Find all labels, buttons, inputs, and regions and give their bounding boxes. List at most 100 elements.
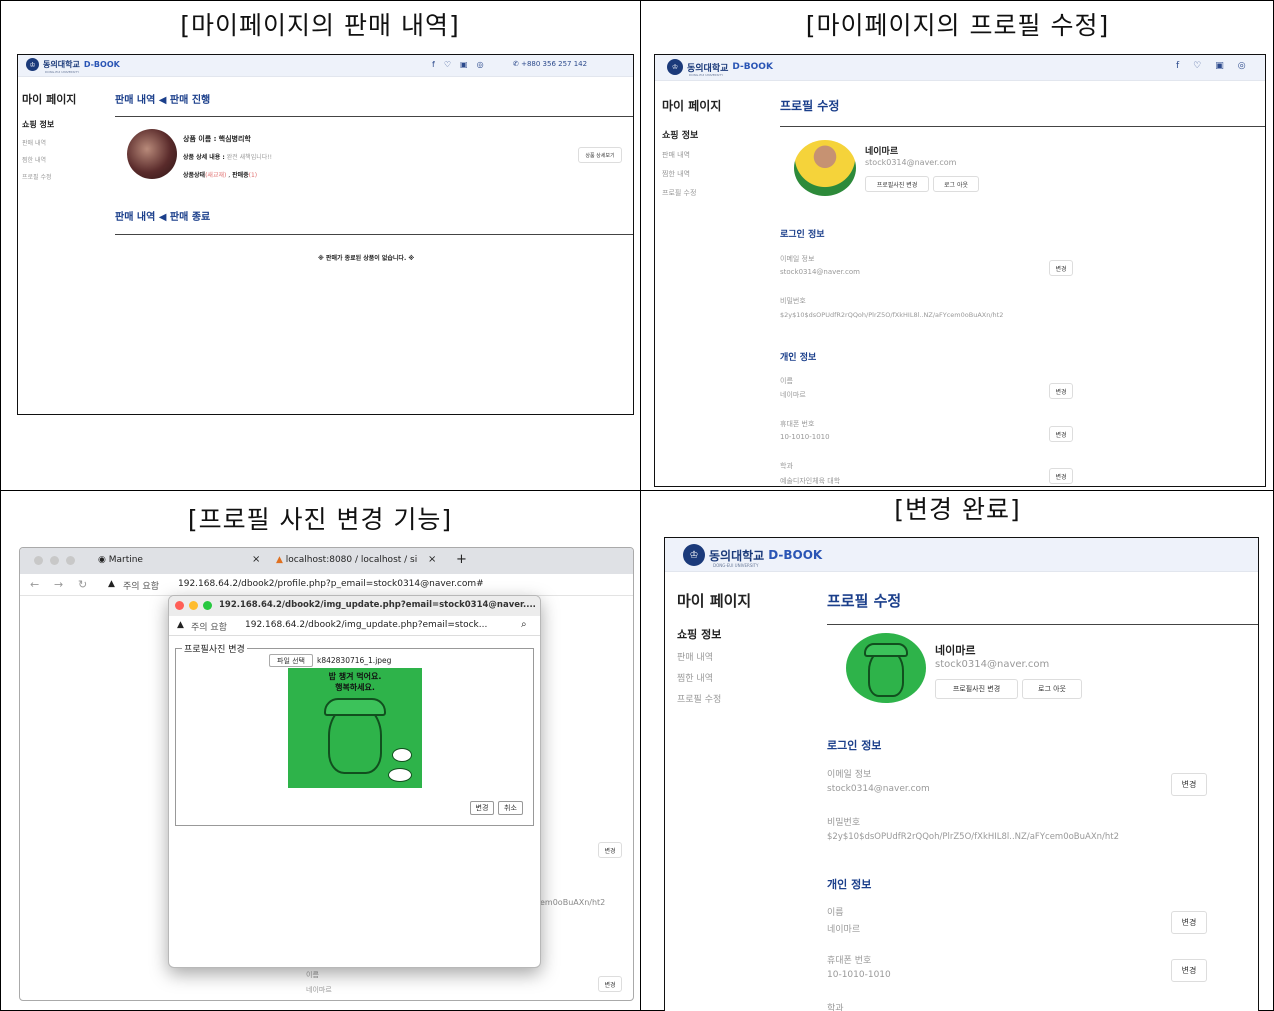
reload-icon[interactable]: ↻	[78, 578, 87, 591]
popup-close-dot[interactable]	[175, 601, 184, 610]
site-header: ♔ 동의대학교 D-BOOK DONG-EUI UNIVERSITY f ♡ ▣ …	[655, 55, 1265, 81]
caption-profile-edit: [마이페이지의 프로필 수정]	[805, 11, 1110, 40]
product-detail-label: 상품 상세 내용 :	[183, 154, 225, 161]
change-photo-button[interactable]: 프로필사진 변경	[935, 679, 1018, 699]
copy-icon[interactable]: ▣	[1215, 61, 1224, 71]
email-label: 이메일 정보	[780, 255, 815, 263]
profile-email: stock0314@naver.com	[935, 659, 1050, 670]
window-close-dot[interactable]	[34, 556, 43, 565]
photo-change-legend: 프로필사진 변경	[184, 645, 245, 655]
change-photo-button[interactable]: 프로필사진 변경	[865, 176, 929, 192]
name-label: 이름	[827, 908, 844, 918]
warning-icon: ▲	[177, 620, 184, 630]
profile-edit-heading: 프로필 수정	[827, 592, 902, 610]
new-tab-icon[interactable]: +	[456, 552, 467, 567]
window-minimize-dot[interactable]	[50, 556, 59, 565]
sidebar-title: 마이 페이지	[22, 93, 77, 106]
facebook-icon[interactable]: f	[432, 60, 435, 69]
product-sale-count: (1)	[248, 172, 258, 179]
phpmyadmin-icon: ▲	[276, 555, 286, 565]
phone-change-button[interactable]: 변경	[1049, 426, 1073, 442]
popup-minimize-dot[interactable]	[189, 601, 198, 610]
profile-edit-screen: ♔ 동의대학교 D-BOOK DONG-EUI UNIVERSITY f ♡ ▣ …	[654, 54, 1266, 487]
cancel-button[interactable]: 취소	[498, 801, 523, 815]
browser-tab-bar: ◉ Martine × ▲ localhost:8080 / localhost…	[20, 548, 633, 574]
background-change-button[interactable]: 변경	[598, 976, 622, 992]
sidebar-item-sales[interactable]: 판매 내역	[22, 138, 46, 147]
tab-close-icon[interactable]: ×	[252, 554, 260, 565]
site-logo[interactable]: ♔ 동의대학교 D-BOOK DONG-EUI UNIVERSITY	[667, 59, 773, 77]
password-label: 비밀번호	[827, 818, 861, 828]
tab-close-icon[interactable]: ×	[428, 554, 436, 565]
product-name-label: 상품 이름 :	[183, 135, 217, 143]
instagram-icon[interactable]: ◎	[1238, 61, 1246, 71]
url-text[interactable]: 192.168.64.2/dbook2/profile.php?p_email=…	[178, 579, 484, 589]
tab-martine[interactable]: ◉ Martine	[98, 555, 143, 565]
tab-localhost[interactable]: ▲ localhost:8080 / localhost / si	[276, 555, 424, 565]
browser-window: ◉ Martine × ▲ localhost:8080 / localhost…	[19, 547, 634, 1001]
product-detail-button[interactable]: 상품 상세보기	[578, 147, 622, 163]
selected-image-preview: 밥 챙겨 먹어요. 행복하세요.	[288, 668, 422, 788]
tab-martine-title: Martine	[108, 555, 143, 565]
dept-value: 예술디자인체육 대학	[780, 477, 841, 485]
sidebar-item-sales[interactable]: 판매 내역	[662, 150, 690, 160]
sidebar-item-wishlist[interactable]: 찜한 내역	[22, 155, 46, 164]
popup-url-text: 192.168.64.2/dbook2/img_update.php?email…	[245, 620, 488, 630]
email-change-button[interactable]: 변경	[1049, 260, 1073, 276]
forward-icon[interactable]: →	[54, 578, 63, 591]
sidebar-item-profile[interactable]: 프로필 수정	[662, 188, 696, 198]
caption-change-complete: [변경 완료]	[894, 495, 1021, 524]
logo-text: 동의대학교	[687, 63, 729, 74]
file-select-button[interactable]: 파일 선택	[269, 654, 313, 667]
window-zoom-dot[interactable]	[66, 556, 75, 565]
insecure-label: 주의 요함	[191, 623, 227, 633]
sidebar-item-sales[interactable]: 판매 내역	[677, 650, 713, 663]
logout-button[interactable]: 로그 아웃	[1022, 679, 1082, 699]
site-logo[interactable]: ♔ 동의대학교 D-BOOK DONG-EUI UNIVERSITY	[26, 58, 120, 74]
name-change-button[interactable]: 변경	[1049, 383, 1073, 399]
zoom-magnifier-icon[interactable]: ⌕	[521, 619, 527, 630]
email-change-button[interactable]: 변경	[1171, 773, 1207, 796]
site-logo[interactable]: ♔ 동의대학교 D-BOOK DONG-EUI UNIVERSITY	[683, 544, 822, 568]
profile-avatar	[794, 140, 856, 196]
sidebar-item-profile[interactable]: 프로필 수정	[677, 692, 721, 705]
sidebar-item-wishlist[interactable]: 찜한 내역	[677, 671, 713, 684]
speech-bubble	[388, 768, 412, 782]
background-hash-fragment: em0oBuAXn/ht2	[540, 898, 606, 907]
product-status: 상품상태(새교재) , 판매중(1)	[183, 172, 258, 179]
comic-caption: 밥 챙겨 먹어요. 행복하세요.	[328, 672, 382, 692]
facebook-icon[interactable]: f	[1176, 61, 1179, 71]
dept-change-button[interactable]: 변경	[1049, 468, 1073, 484]
instagram-icon[interactable]: ◎	[477, 60, 484, 69]
name-change-button[interactable]: 변경	[1171, 911, 1207, 934]
site-header: ♔ 동의대학교 D-BOOK DONG-EUI UNIVERSITY	[665, 538, 1258, 572]
password-hash: $2y$10$dsOPUdfR2rQQoh/PlrZ5O/fXkHIL8l..N…	[827, 832, 1120, 842]
logo-subtitle: DONG-EUI UNIVERSITY	[45, 70, 80, 74]
selected-file-name: k842830716_1.jpeg	[317, 656, 392, 665]
copy-icon[interactable]: ▣	[460, 60, 468, 69]
address-bar: ← → ↻ ▲ 주의 요함 192.168.64.2/dbook2/profil…	[20, 574, 633, 596]
confirm-change-button[interactable]: 변경	[470, 801, 494, 815]
twitter-icon[interactable]: ♡	[1193, 61, 1201, 71]
logout-button[interactable]: 로그 아웃	[933, 176, 979, 192]
product-name: 상품 이름 : 핵심병리학	[183, 134, 251, 144]
profile-name: 네이마르	[865, 147, 899, 157]
section-divider	[115, 234, 633, 235]
dept-label: 학과	[780, 462, 793, 470]
back-icon[interactable]: ←	[30, 578, 39, 591]
background-change-button[interactable]: 변경	[598, 842, 622, 858]
sidebar-item-wishlist[interactable]: 찜한 내역	[662, 169, 690, 179]
sidebar-title: 마이 페이지	[677, 592, 752, 610]
twitter-icon[interactable]: ♡	[444, 60, 451, 69]
phone-number: ✆ +880 356 257 142	[513, 60, 587, 68]
caption-photo-change: [프로필 사진 변경 기능]	[187, 505, 453, 534]
university-seal-icon: ♔	[683, 544, 705, 566]
university-seal-icon: ♔	[26, 58, 39, 71]
sidebar-item-profile[interactable]: 프로필 수정	[22, 172, 52, 181]
product-book-thumbnail[interactable]	[127, 129, 177, 179]
name-value: 네이마르	[780, 391, 806, 399]
globe-icon: ◉	[98, 555, 109, 565]
social-links: f ♡ ▣ ◎	[432, 60, 484, 69]
popup-zoom-dot[interactable]	[203, 601, 212, 610]
phone-change-button[interactable]: 변경	[1171, 959, 1207, 982]
